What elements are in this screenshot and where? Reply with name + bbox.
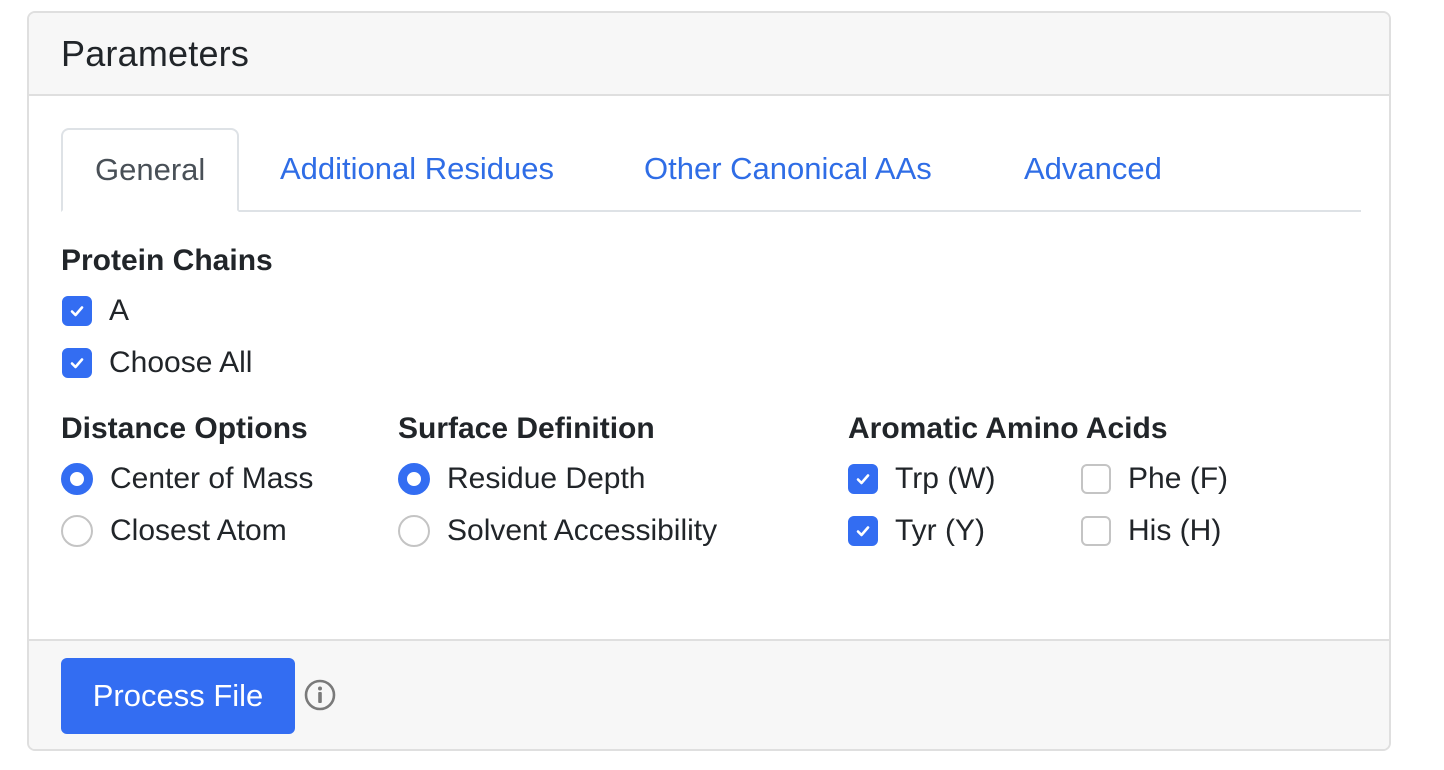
choose-all-checkbox[interactable]: Choose All: [62, 346, 252, 380]
protein-chains-title: Protein Chains: [61, 244, 273, 277]
trp-checkbox[interactable]: Trp (W): [848, 462, 996, 496]
card-footer: Process File: [29, 639, 1389, 749]
checkbox-unchecked-icon[interactable]: [1081, 516, 1111, 546]
radio-unselected-icon[interactable]: [61, 515, 93, 547]
phe-checkbox[interactable]: Phe (F): [1081, 462, 1228, 496]
closest-atom-label: Closest Atom: [110, 514, 287, 547]
center-of-mass-label: Center of Mass: [110, 462, 314, 495]
checkbox-checked-icon[interactable]: [848, 464, 878, 494]
card-body: General Additional Residues Other Canoni…: [29, 96, 1389, 642]
residue-depth-radio[interactable]: Residue Depth: [398, 462, 645, 496]
checkbox-checked-icon[interactable]: [848, 516, 878, 546]
his-checkbox[interactable]: His (H): [1081, 514, 1221, 548]
solvent-accessibility-radio[interactable]: Solvent Accessibility: [398, 514, 717, 548]
distance-options-title: Distance Options: [61, 412, 308, 445]
tyr-checkbox[interactable]: Tyr (Y): [848, 514, 985, 548]
radio-selected-icon[interactable]: [61, 463, 93, 495]
center-of-mass-radio[interactable]: Center of Mass: [61, 462, 313, 496]
solvent-accessibility-label: Solvent Accessibility: [447, 514, 718, 547]
checkbox-checked-icon[interactable]: [62, 296, 92, 326]
radio-selected-icon[interactable]: [398, 463, 430, 495]
parameters-card: Parameters General Additional Residues O…: [27, 11, 1391, 751]
tyr-label: Tyr (Y): [895, 514, 985, 547]
card-header: Parameters: [29, 13, 1389, 96]
card-title: Parameters: [61, 33, 250, 74]
checkbox-checked-icon[interactable]: [62, 348, 92, 378]
his-label: His (H): [1128, 514, 1222, 547]
tab-advanced[interactable]: Advanced: [1024, 128, 1162, 210]
tab-general[interactable]: General: [61, 128, 240, 212]
aromatic-amino-acids-title: Aromatic Amino Acids: [848, 412, 1168, 445]
tab-other-canonical-aas[interactable]: Other Canonical AAs: [644, 128, 932, 210]
chain-a-checkbox[interactable]: A: [62, 294, 129, 328]
tab-bar: General Additional Residues Other Canoni…: [61, 128, 1361, 212]
chain-a-label: A: [109, 294, 130, 327]
tab-additional-residues[interactable]: Additional Residues: [280, 128, 554, 210]
radio-unselected-icon[interactable]: [398, 515, 430, 547]
residue-depth-label: Residue Depth: [447, 462, 646, 495]
checkbox-unchecked-icon[interactable]: [1081, 464, 1111, 494]
process-file-button[interactable]: Process File: [61, 658, 295, 734]
surface-definition-title: Surface Definition: [398, 412, 655, 445]
info-circle-icon[interactable]: [304, 679, 336, 711]
trp-label: Trp (W): [895, 462, 996, 495]
choose-all-label: Choose All: [109, 346, 253, 379]
phe-label: Phe (F): [1128, 462, 1229, 495]
closest-atom-radio[interactable]: Closest Atom: [61, 514, 287, 548]
